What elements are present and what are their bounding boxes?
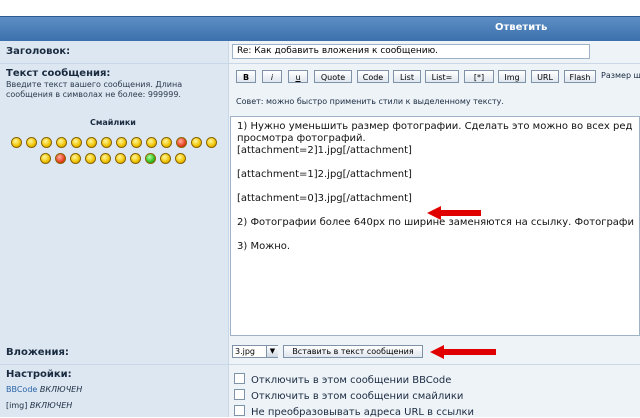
bbcode-link[interactable]: BBCode bbox=[6, 385, 37, 394]
bbcode-status: BBCode ВКЛЮЧЕН bbox=[6, 385, 82, 394]
message-line: просмотра фотографий. bbox=[237, 133, 366, 144]
font-size-label: Размер ш bbox=[601, 71, 640, 80]
smile-icon[interactable] bbox=[101, 137, 112, 148]
smile-icon[interactable] bbox=[26, 137, 37, 148]
message-label-cell: Текст сообщения: Введите текст вашего со… bbox=[0, 64, 229, 340]
quote-button[interactable]: Quote bbox=[314, 70, 352, 83]
bbcode-state: ВКЛЮЧЕН bbox=[39, 385, 83, 394]
disable-bbcode-checkbox[interactable] bbox=[234, 373, 245, 384]
smile-icon[interactable] bbox=[146, 137, 157, 148]
red-arrow-icon bbox=[430, 345, 496, 359]
smilies-title: Смайлики bbox=[90, 118, 136, 127]
img-state: ВКЛЮЧЕН bbox=[29, 401, 73, 410]
smile-icon[interactable] bbox=[41, 137, 52, 148]
smile-icon[interactable] bbox=[160, 153, 171, 164]
flash-button[interactable]: Flash bbox=[564, 70, 596, 83]
chevron-down-icon[interactable]: ▼ bbox=[266, 346, 278, 357]
smile-icon[interactable] bbox=[40, 153, 51, 164]
reply-title: Ответить bbox=[495, 22, 548, 33]
smile-icon[interactable] bbox=[85, 153, 96, 164]
bold-button[interactable]: B bbox=[236, 70, 256, 83]
smile-icon[interactable] bbox=[100, 153, 111, 164]
insert-into-message-button[interactable]: Вставить в текст сообщения bbox=[283, 345, 423, 358]
italic-button[interactable]: i bbox=[262, 70, 282, 83]
message-line: [attachment=1]2.jpg[/attachment] bbox=[237, 169, 412, 180]
red-arrow-icon bbox=[427, 206, 481, 220]
message-line: 1) Нужно уменьшить размер фотографии. Сд… bbox=[237, 121, 633, 132]
smile-icon[interactable] bbox=[130, 153, 141, 164]
subject-label-cell: Заголовок: bbox=[0, 41, 229, 63]
disable-bbcode-option[interactable]: Отключить в этом сообщении BBCode bbox=[234, 373, 451, 386]
smile-icon[interactable] bbox=[116, 137, 127, 148]
smile-icon[interactable] bbox=[191, 137, 202, 148]
smile-icon[interactable] bbox=[175, 153, 186, 164]
attachments-label-cell: Вложения: bbox=[0, 340, 229, 364]
url-button[interactable]: URL bbox=[531, 70, 559, 83]
subject-input[interactable]: Re: Как добавить вложения к сообщению. bbox=[232, 44, 590, 59]
message-label: Текст сообщения: bbox=[6, 68, 111, 79]
smile-icon[interactable] bbox=[11, 137, 22, 148]
code-button[interactable]: Code bbox=[357, 70, 389, 83]
smile-icon[interactable] bbox=[115, 153, 126, 164]
disable-smilies-option[interactable]: Отключить в этом сообщении смайлики bbox=[234, 389, 463, 402]
list-ordered-button[interactable]: List= bbox=[425, 70, 459, 83]
disable-urls-checkbox[interactable] bbox=[234, 405, 245, 416]
subject-row: Заголовок: Re: Как добавить вложения к с… bbox=[0, 41, 640, 64]
smile-icon[interactable] bbox=[70, 153, 81, 164]
subject-label: Заголовок: bbox=[6, 46, 71, 57]
smile-icon[interactable] bbox=[56, 137, 67, 148]
reply-header: Ответить bbox=[0, 16, 640, 41]
message-textarea[interactable]: 1) Нужно уменьшить размер фотографии. Сд… bbox=[230, 116, 640, 336]
message-hint: Введите текст вашего сообщения. Длина со… bbox=[6, 80, 183, 99]
smile-icon[interactable] bbox=[145, 153, 156, 164]
list-item-button[interactable]: [*] bbox=[464, 70, 494, 83]
disable-bbcode-label: Отключить в этом сообщении BBCode bbox=[251, 375, 452, 386]
smile-icon[interactable] bbox=[131, 137, 142, 148]
smile-icon[interactable] bbox=[176, 137, 187, 148]
img-status: [img] ВКЛЮЧЕН bbox=[6, 401, 72, 410]
list-button[interactable]: List bbox=[393, 70, 421, 83]
attachments-label: Вложения: bbox=[6, 347, 69, 358]
message-line: [attachment=2]1.jpg[/attachment] bbox=[237, 145, 412, 156]
message-line bbox=[237, 229, 633, 241]
message-line bbox=[237, 181, 633, 193]
smile-icon[interactable] bbox=[206, 137, 217, 148]
img-tag: [img] bbox=[6, 401, 28, 410]
underline-button[interactable]: u bbox=[288, 70, 308, 83]
smile-icon[interactable] bbox=[55, 153, 66, 164]
img-button[interactable]: Img bbox=[498, 70, 526, 83]
disable-urls-option[interactable]: Не преобразовывать адреса URL в ссылки bbox=[234, 405, 474, 418]
disable-smilies-checkbox[interactable] bbox=[234, 389, 245, 400]
format-tip: Совет: можно быстро применить стили к вы… bbox=[236, 97, 504, 106]
smile-icon[interactable] bbox=[71, 137, 82, 148]
message-line bbox=[237, 157, 633, 169]
smile-icon[interactable] bbox=[86, 137, 97, 148]
settings-label: Настройки: bbox=[6, 369, 72, 380]
disable-urls-label: Не преобразовывать адреса URL в ссылки bbox=[251, 407, 475, 418]
message-line: 3) Можно. bbox=[237, 241, 291, 252]
disable-smilies-label: Отключить в этом сообщении смайлики bbox=[251, 391, 464, 402]
smile-icon[interactable] bbox=[161, 137, 172, 148]
